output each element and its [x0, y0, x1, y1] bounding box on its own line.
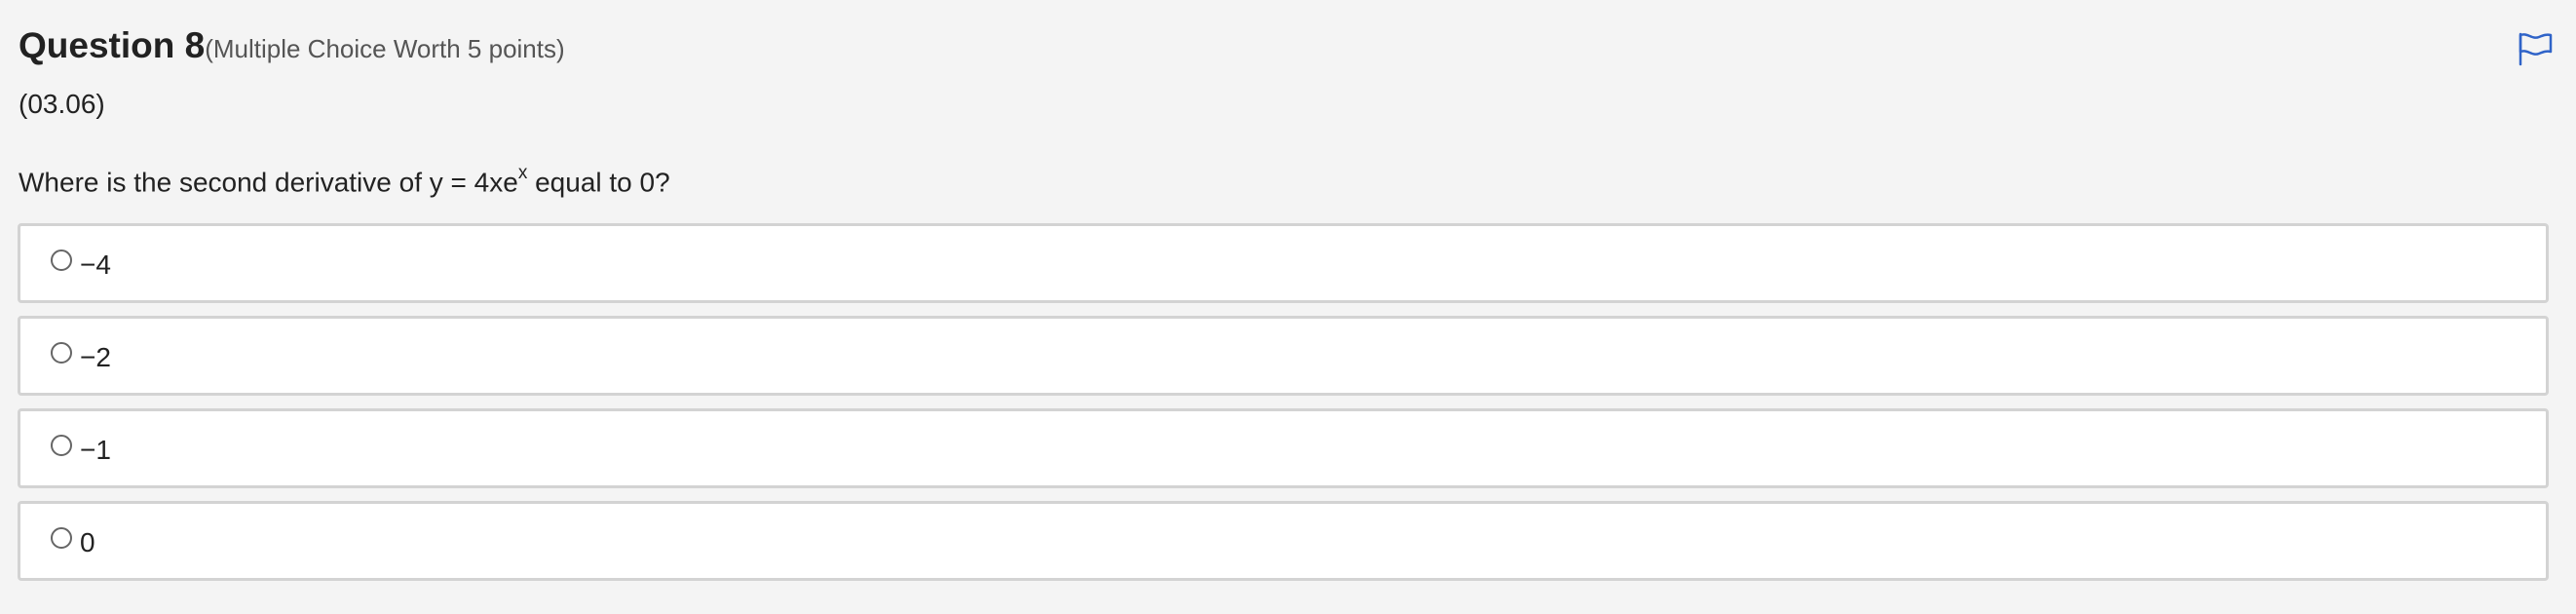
flag-button[interactable]: [2518, 31, 2553, 66]
radio-button[interactable]: [51, 342, 72, 364]
question-text-end: equal to 0?: [527, 167, 670, 198]
question-worth: (Multiple Choice Worth 5 points): [205, 34, 565, 63]
answer-choices: −4 −2 −1 0: [18, 223, 2549, 594]
answer-choice-label: −2: [80, 342, 111, 372]
question-code: (03.06): [19, 89, 105, 119]
question-header: Question 8 (Multiple Choice Worth 5 poin…: [19, 25, 565, 66]
answer-choice-label: −4: [80, 249, 111, 280]
answer-choice-label: −1: [80, 435, 111, 465]
flag-icon: [2519, 32, 2553, 66]
answer-choice-4[interactable]: 0: [18, 501, 2549, 581]
question-text: Where is the second derivative of y = 4x…: [19, 163, 670, 198]
answer-choice-1[interactable]: −4: [18, 223, 2549, 303]
answer-choice-label: 0: [80, 527, 95, 557]
question-text-main: Where is the second derivative of y = 4x…: [19, 167, 518, 198]
radio-button[interactable]: [51, 527, 72, 549]
radio-button[interactable]: [51, 249, 72, 271]
question-title: Question 8: [19, 25, 206, 65]
radio-button[interactable]: [51, 435, 72, 456]
answer-choice-2[interactable]: −2: [18, 316, 2549, 396]
answer-choice-3[interactable]: −1: [18, 408, 2549, 488]
question-text-superscript: x: [517, 163, 528, 183]
